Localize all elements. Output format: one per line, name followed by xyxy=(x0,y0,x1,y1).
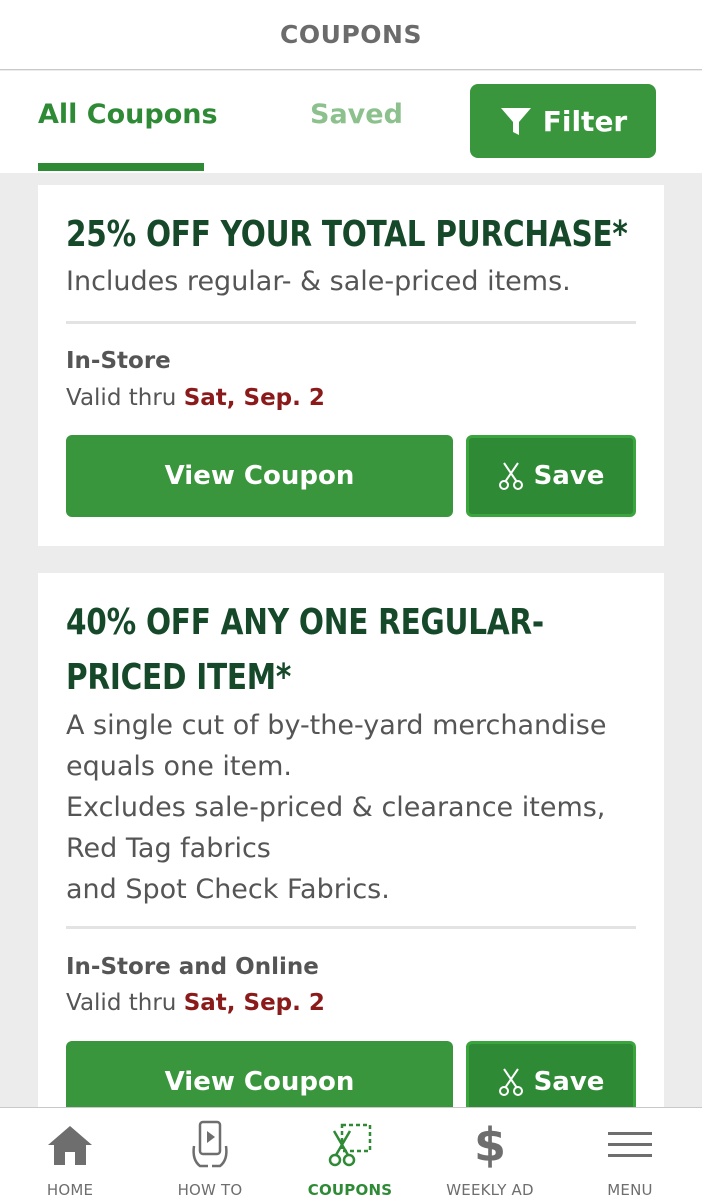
nav-coupons[interactable]: COUPONS xyxy=(280,1108,420,1200)
home-icon xyxy=(48,1126,92,1165)
view-coupon-label: View Coupon xyxy=(164,1067,355,1097)
nav-how-to[interactable]: HOW TO xyxy=(140,1108,280,1200)
nav-label: COUPONS xyxy=(307,1181,393,1199)
scissors-icon xyxy=(498,1068,523,1096)
coupon-description: A single cut of by-the-yard merchandise … xyxy=(66,705,644,910)
coupon-description: Includes regular- & sale-priced items. xyxy=(66,261,644,302)
valid-prefix: Valid thru xyxy=(66,385,177,411)
bottom-nav: HOME HOW TO COUPONS $ WEEKLY AD MENU xyxy=(0,1107,702,1200)
coupon-description-line: and Spot Check Fabrics. xyxy=(66,874,390,905)
nav-label: WEEKLY AD xyxy=(446,1181,534,1199)
coupon-validity: Valid thru Sat, Sep. 2 xyxy=(66,990,325,1016)
coupon-tabs: All Coupons Saved Filter xyxy=(0,71,702,173)
coupon-title-line: 40% OFF ANY ONE REGULAR- xyxy=(66,602,544,643)
coupon-card: 25% OFF YOUR TOTAL PURCHASE* Includes re… xyxy=(38,185,664,546)
filter-button[interactable]: Filter xyxy=(470,84,656,158)
filter-label: Filter xyxy=(542,104,628,138)
coupon-description-line: equals one item. xyxy=(66,751,292,782)
app-header: COUPONS xyxy=(0,0,702,70)
tab-saved[interactable]: Saved xyxy=(310,99,403,130)
nav-label: HOME xyxy=(46,1181,94,1199)
tab-all-coupons[interactable]: All Coupons xyxy=(38,99,218,130)
coupon-description-line: Red Tag fabrics xyxy=(66,833,271,864)
scissors-icon xyxy=(498,462,523,490)
coupon-availability: In-Store and Online xyxy=(66,954,319,980)
valid-prefix: Valid thru xyxy=(66,990,177,1016)
nav-menu[interactable]: MENU xyxy=(560,1108,700,1200)
nav-weekly-ad[interactable]: $ WEEKLY AD xyxy=(420,1108,560,1200)
valid-date: Sat, Sep. 2 xyxy=(183,385,325,411)
nav-label: MENU xyxy=(607,1181,653,1199)
valid-date: Sat, Sep. 2 xyxy=(183,990,325,1016)
coupon-card: 40% OFF ANY ONE REGULAR- PRICED ITEM* A … xyxy=(38,573,664,1133)
coupon-description-line: Includes regular- & sale-priced items. xyxy=(66,266,571,297)
coupons-icon xyxy=(328,1123,372,1167)
coupon-availability: In-Store xyxy=(66,348,171,374)
coupon-description-line: Excludes sale-priced & clearance items, xyxy=(66,792,606,823)
coupon-title: 25% OFF YOUR TOTAL PURCHASE* xyxy=(66,207,640,262)
nav-home[interactable]: HOME xyxy=(0,1108,140,1200)
divider xyxy=(66,926,636,929)
coupon-title-line: 25% OFF YOUR TOTAL PURCHASE* xyxy=(66,214,628,255)
how-to-icon xyxy=(192,1120,228,1168)
menu-icon xyxy=(608,1132,652,1157)
nav-label: HOW TO xyxy=(177,1181,243,1199)
coupon-title-line: PRICED ITEM* xyxy=(66,657,292,698)
filter-icon xyxy=(500,108,531,135)
view-coupon-button[interactable]: View Coupon xyxy=(66,435,453,517)
coupon-description-line: A single cut of by-the-yard merchandise xyxy=(66,710,607,741)
save-label: Save xyxy=(533,1067,605,1097)
save-label: Save xyxy=(533,461,605,491)
page-title: COUPONS xyxy=(280,20,422,49)
dollar-icon: $ xyxy=(473,1118,506,1172)
view-coupon-label: View Coupon xyxy=(164,461,355,491)
coupon-title: 40% OFF ANY ONE REGULAR- PRICED ITEM* xyxy=(66,595,640,705)
save-coupon-button[interactable]: Save xyxy=(466,435,636,517)
coupon-validity: Valid thru Sat, Sep. 2 xyxy=(66,385,325,411)
active-tab-indicator xyxy=(38,163,204,171)
divider xyxy=(66,321,636,324)
